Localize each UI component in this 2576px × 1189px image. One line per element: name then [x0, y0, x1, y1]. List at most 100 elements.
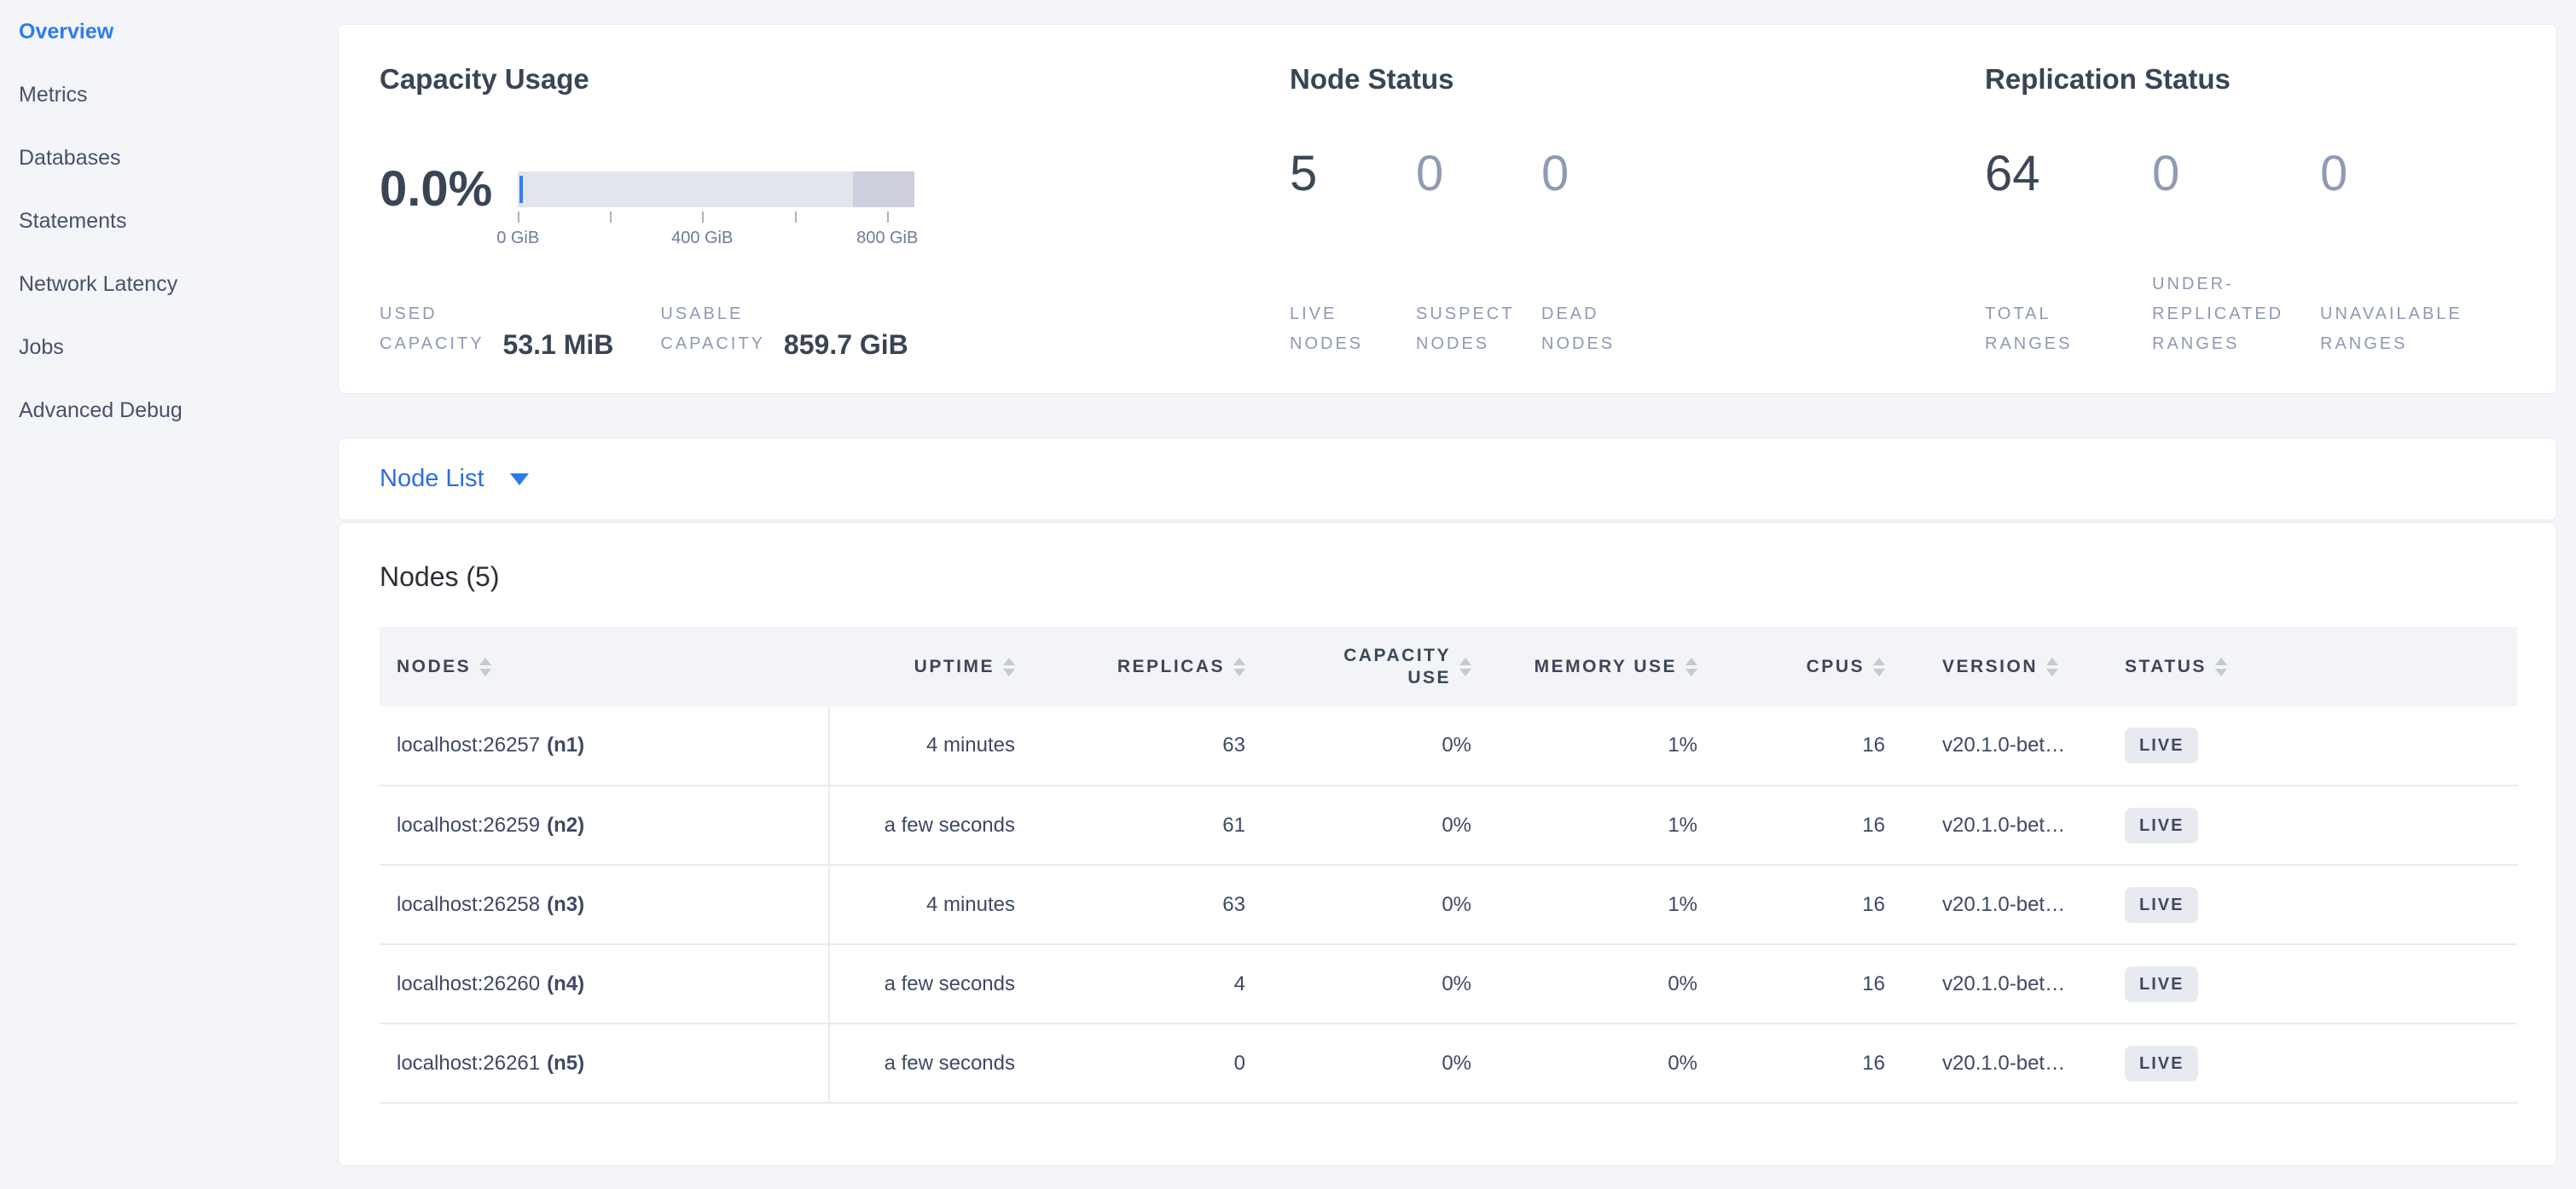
cpus-cell: 16	[1716, 865, 1904, 944]
axis-label-800gib: 800 GiB	[856, 229, 918, 248]
status-badge: LIVE	[2125, 808, 2198, 844]
cpus-cell: 16	[1716, 786, 1904, 865]
column-header-cpus[interactable]: CPUS	[1716, 627, 1904, 706]
unavailable-ranges-value: 0	[2320, 149, 2508, 199]
cpus-cell: 16	[1716, 1024, 1904, 1103]
column-header-uptime[interactable]: UPTIME	[829, 627, 1034, 706]
sidebar-item-statements[interactable]: Statements	[0, 189, 338, 252]
nodes-table-title: Nodes (5)	[380, 560, 2515, 593]
axis-label-0gib: 0 GiB	[496, 229, 539, 248]
sidebar-item-overview[interactable]: Overview	[0, 0, 338, 63]
memory-use-cell: 0%	[1490, 944, 1716, 1024]
sort-icon	[1685, 658, 1697, 676]
uptime-cell: a few seconds	[829, 944, 1034, 1024]
capacity-used-marker	[519, 176, 523, 203]
capacity-use-cell: 0%	[1264, 865, 1490, 944]
cpus-cell: 16	[1716, 944, 1904, 1024]
column-header-version[interactable]: VERSION	[1904, 627, 2104, 706]
sidebar: Overview Metrics Databases Statements Ne…	[0, 0, 338, 442]
node-status-title: Node Status	[1290, 62, 1985, 96]
under-replicated-ranges-stat: 0 UNDER- REPLICATED RANGES	[2152, 149, 2320, 359]
replicas-cell: 0	[1034, 1024, 1264, 1103]
replicas-cell: 63	[1034, 706, 1264, 786]
used-capacity-value: 53.1 MiB	[503, 330, 614, 359]
cluster-summary-card: Capacity Usage 0.0% 0 GiB 400 GiB	[338, 24, 2557, 394]
total-ranges-stat: 64 TOTAL RANGES	[1985, 149, 2152, 359]
table-header-row: NODES UPTIME REPLICAS CAPACITY USE MEMOR…	[380, 627, 2517, 706]
sidebar-item-databases[interactable]: Databases	[0, 126, 338, 189]
cpus-cell: 16	[1716, 706, 1904, 786]
status-badge: LIVE	[2125, 728, 2198, 763]
version-cell: v20.1.0-bet…	[1904, 706, 2104, 786]
node-status-section: Node Status 5 LIVE NODES 0 SUSPECT NODES…	[1290, 25, 1985, 393]
capacity-use-cell: 0%	[1264, 944, 1490, 1024]
dead-nodes-stat: 0 DEAD NODES	[1541, 149, 1712, 359]
table-row[interactable]: localhost:26261 (n5) a few seconds 0 0% 0…	[380, 1024, 2517, 1103]
sidebar-item-jobs[interactable]: Jobs	[0, 316, 338, 379]
node-address: localhost:26257	[397, 734, 540, 757]
node-address: localhost:26261	[397, 1052, 540, 1075]
version-cell: v20.1.0-bet…	[1904, 944, 2104, 1024]
view-selector-card: Node List	[338, 438, 2557, 520]
node-name: (n5)	[547, 1052, 584, 1075]
column-header-nodes[interactable]: NODES	[380, 627, 829, 706]
total-ranges-value: 64	[1985, 149, 2152, 199]
axis-label-400gib: 400 GiB	[671, 229, 733, 248]
capacity-used-percent: 0.0%	[380, 165, 492, 214]
nodes-table: NODES UPTIME REPLICAS CAPACITY USE MEMOR…	[380, 627, 2517, 1104]
live-nodes-stat: 5 LIVE NODES	[1290, 149, 1416, 359]
node-address: localhost:26260	[397, 972, 540, 995]
sort-icon	[1233, 658, 1245, 676]
sidebar-item-advanced-debug[interactable]: Advanced Debug	[0, 379, 338, 442]
uptime-cell: 4 minutes	[829, 865, 1034, 944]
memory-use-cell: 1%	[1490, 786, 1716, 865]
replicas-cell: 63	[1034, 865, 1264, 944]
version-cell: v20.1.0-bet…	[1904, 865, 2104, 944]
usable-capacity-label: USABLE	[660, 299, 765, 329]
memory-use-cell: 1%	[1490, 865, 1716, 944]
table-row[interactable]: localhost:26258 (n3) 4 minutes 63 0% 1% 1…	[380, 865, 2517, 944]
sort-icon	[479, 658, 491, 676]
column-header-replicas[interactable]: REPLICAS	[1034, 627, 1264, 706]
capacity-use-cell: 0%	[1264, 706, 1490, 786]
unavailable-ranges-stat: 0 UNAVAILABLE RANGES	[2320, 149, 2508, 359]
sort-icon	[1003, 658, 1015, 676]
capacity-axis-labels: 0 GiB 400 GiB 800 GiB	[518, 229, 914, 251]
suspect-nodes-stat: 0 SUSPECT NODES	[1416, 149, 1541, 359]
capacity-bar	[518, 171, 914, 207]
sort-icon	[1459, 658, 1471, 676]
column-header-capacity-use[interactable]: CAPACITY USE	[1264, 627, 1490, 706]
node-list-dropdown[interactable]: Node List	[380, 465, 529, 493]
column-header-status[interactable]: STATUS	[2104, 627, 2517, 706]
replicas-cell: 61	[1034, 786, 1264, 865]
capacity-bar-tail	[853, 171, 914, 207]
status-badge: LIVE	[2125, 966, 2198, 1002]
replication-status-title: Replication Status	[1985, 62, 2556, 96]
node-name: (n3)	[547, 893, 584, 916]
memory-use-cell: 0%	[1490, 1024, 1716, 1103]
capacity-axis-ticks	[518, 212, 914, 225]
table-row[interactable]: localhost:26259(n2) a few seconds 61 0% …	[380, 786, 2517, 865]
node-name: (n1)	[547, 734, 584, 757]
table-row[interactable]: localhost:26257(n1) 4 minutes 63 0% 1% 1…	[380, 706, 2517, 786]
capacity-usage-bar-chart: 0 GiB 400 GiB 800 GiB	[518, 171, 914, 251]
dead-nodes-value: 0	[1541, 149, 1712, 199]
table-row[interactable]: localhost:26260(n4) a few seconds 4 0% 0…	[380, 944, 2517, 1024]
usable-capacity-value: 859.7 GiB	[784, 330, 908, 359]
uptime-cell: 4 minutes	[829, 706, 1034, 786]
sidebar-item-metrics[interactable]: Metrics	[0, 63, 338, 126]
capacity-usage-title: Capacity Usage	[380, 62, 1290, 96]
sidebar-item-network-latency[interactable]: Network Latency	[0, 252, 338, 316]
node-address: localhost:26258	[397, 893, 540, 916]
usable-capacity-stat: USABLE CAPACITY 859.7 GiB	[660, 299, 908, 359]
chevron-down-icon	[510, 473, 529, 485]
status-badge: LIVE	[2125, 887, 2198, 923]
status-badge: LIVE	[2125, 1046, 2198, 1082]
under-replicated-value: 0	[2152, 149, 2320, 199]
uptime-cell: a few seconds	[829, 786, 1034, 865]
used-capacity-stat: USED CAPACITY 53.1 MiB	[380, 299, 613, 359]
capacity-use-cell: 0%	[1264, 1024, 1490, 1103]
uptime-cell: a few seconds	[829, 1024, 1034, 1103]
column-header-memory-use[interactable]: MEMORY USE	[1490, 627, 1716, 706]
capacity-use-cell: 0%	[1264, 786, 1490, 865]
